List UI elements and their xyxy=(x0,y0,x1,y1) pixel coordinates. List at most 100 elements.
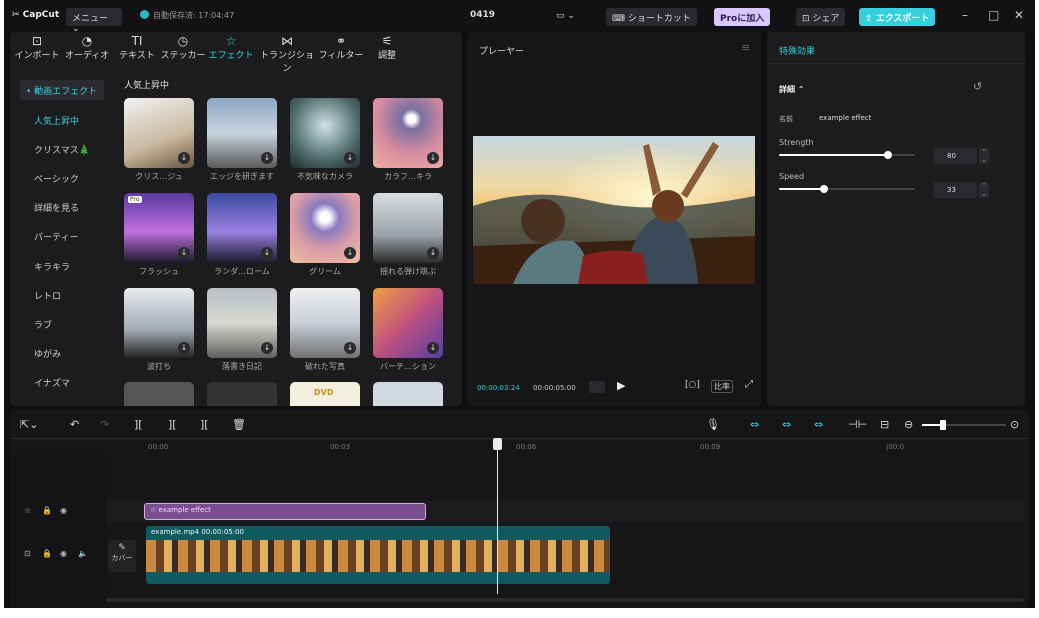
lock-icon[interactable]: 🔒 xyxy=(42,506,52,515)
tab-sticker[interactable]: ◷ ステッカー xyxy=(158,34,208,61)
delete-icon[interactable]: 🗑 xyxy=(232,418,246,431)
video-track-icon: ⊡ xyxy=(24,549,31,558)
lock-icon[interactable]: 🔒 xyxy=(42,549,52,558)
sidebar-item-distortion[interactable]: ゆがみ xyxy=(20,343,104,363)
sidebar-item-lightning[interactable]: イナズマ xyxy=(20,372,104,392)
strength-stepper[interactable]: ⌃ ⌄ xyxy=(979,148,989,164)
redo-icon[interactable]: ↷ xyxy=(100,418,109,431)
hamburger-menu-icon[interactable]: ≡ xyxy=(741,41,750,54)
details-section-toggle[interactable]: 詳細 ⌃ xyxy=(779,84,805,95)
effect-thumbnail[interactable]: ↓ xyxy=(207,193,277,263)
effect-track-icon: ☆ xyxy=(24,506,32,515)
zoom-fit-icon[interactable]: ⊙ xyxy=(1010,418,1019,431)
play-icon[interactable]: ▶ xyxy=(617,379,625,392)
zoom-out-icon[interactable]: ⊖ xyxy=(904,418,913,431)
speed-slider[interactable] xyxy=(779,185,915,193)
effect-thumbnail[interactable]: ↓ xyxy=(373,98,443,168)
auto-snap-icon[interactable]: ⇔ xyxy=(782,418,791,431)
playhead[interactable] xyxy=(497,438,498,594)
project-name[interactable]: 0419 xyxy=(470,10,495,20)
video-clip[interactable]: example.mp4 00:00:05:00 xyxy=(146,526,610,584)
expand-icon[interactable]: ⤢ xyxy=(745,379,753,390)
strength-slider-knob[interactable] xyxy=(884,151,892,159)
panel-title[interactable]: 特殊効果 xyxy=(779,44,815,57)
effect-thumbnail[interactable]: ↓ xyxy=(207,98,277,168)
effect-thumbnail[interactable]: ↓ xyxy=(290,98,360,168)
speed-slider-knob[interactable] xyxy=(820,185,828,193)
tab-text[interactable]: TI テキスト xyxy=(112,34,162,61)
effect-thumbnail[interactable]: ↓ xyxy=(207,288,277,358)
undo-icon[interactable]: ↶ xyxy=(70,418,79,431)
download-icon: ↓ xyxy=(261,247,273,259)
effect-thumbnail[interactable]: ↓ xyxy=(290,288,360,358)
tab-audio[interactable]: ◔ オーディオ xyxy=(62,34,112,61)
tab-adjust[interactable]: ⚟ 調整 xyxy=(362,34,412,61)
download-icon: ↓ xyxy=(178,152,190,164)
effect-thumbnail[interactable]: ↓ xyxy=(124,98,194,168)
ratio-button[interactable]: 比率 xyxy=(711,380,733,393)
timeline-mini-icon xyxy=(589,381,605,393)
playhead-handle[interactable] xyxy=(493,438,502,450)
close-icon[interactable]: ✕ xyxy=(1014,8,1024,22)
effect-thumbnail[interactable]: DVD xyxy=(290,382,360,406)
select-cursor-icon[interactable]: ⇱⌄ xyxy=(20,418,38,431)
strength-slider[interactable] xyxy=(779,151,915,159)
download-icon: ↓ xyxy=(427,342,439,354)
caption-icon[interactable]: ⊟ xyxy=(880,418,889,431)
minimize-icon[interactable]: – xyxy=(962,8,968,22)
effect-thumbnail[interactable] xyxy=(373,382,443,406)
effect-thumbnail[interactable]: ↓ xyxy=(124,288,194,358)
export-button[interactable]: ⇪ エクスポート xyxy=(859,8,936,26)
zoom-slider-knob[interactable] xyxy=(940,420,946,430)
sidebar-item-basic[interactable]: ベーシック xyxy=(20,168,104,188)
preview-axis-icon[interactable]: ⊣⊢ xyxy=(848,418,867,431)
sidebar-item-more[interactable]: 詳細を見る xyxy=(20,197,104,217)
layout-button[interactable]: ▭ ⌄ xyxy=(550,8,581,26)
split-icon[interactable]: ][ xyxy=(134,418,143,431)
effect-thumbnail[interactable]: Pro ↓ xyxy=(124,193,194,263)
microphone-icon[interactable]: 🎙 xyxy=(706,418,720,431)
ruler-label: 00:03 xyxy=(330,443,351,451)
maximize-icon[interactable]: □ xyxy=(988,8,999,22)
tab-import[interactable]: ⊡ インポート xyxy=(12,34,62,61)
horizontal-scrollbar[interactable] xyxy=(106,598,1024,602)
cover-button[interactable]: ✎ カバー xyxy=(108,540,136,572)
split-left-icon[interactable]: ][ xyxy=(168,418,177,431)
strength-input[interactable]: 80 xyxy=(933,148,977,164)
magnet-link-icon[interactable]: ⇔ xyxy=(750,418,759,431)
reset-icon[interactable]: ↺ xyxy=(973,80,982,93)
sidebar-item-retro[interactable]: レトロ xyxy=(20,285,104,305)
ruler-label: 00:06 xyxy=(516,443,537,451)
audio-mute-icon[interactable]: 🔈 xyxy=(78,549,88,558)
sidebar-item-trending[interactable]: 人気上昇中 xyxy=(20,110,104,130)
zoom-slider[interactable] xyxy=(922,420,1006,430)
video-preview[interactable] xyxy=(473,136,755,284)
tab-filter[interactable]: ⚭ フィルター xyxy=(316,34,366,61)
pro-subscribe-button[interactable]: Proに加入 xyxy=(714,8,771,26)
sidebar-item-love[interactable]: ラブ xyxy=(20,314,104,334)
linkage-icon[interactable]: ⇔ xyxy=(814,418,823,431)
effect-thumbnail[interactable]: ↓ xyxy=(290,193,360,263)
sidebar-item-christmas[interactable]: クリスマス🎄 xyxy=(20,139,104,159)
effect-thumbnail[interactable] xyxy=(207,382,277,406)
tab-effects[interactable]: ☆ エフェクト xyxy=(206,34,256,61)
speed-input[interactable]: 33 xyxy=(933,182,977,198)
speed-stepper[interactable]: ⌃ ⌄ xyxy=(979,182,989,198)
tab-transition[interactable]: ⋈ トランジション xyxy=(258,34,316,74)
effect-thumbnail[interactable]: ↓ xyxy=(373,193,443,263)
effect-thumbnail[interactable]: ↓ xyxy=(373,288,443,358)
sidebar-item-party[interactable]: パーティー xyxy=(20,226,104,246)
effect-thumbnail[interactable] xyxy=(124,382,194,406)
sidebar-item-sparkle[interactable]: キラキラ xyxy=(20,256,104,276)
share-button[interactable]: ⊡ シェア xyxy=(796,8,846,26)
effect-label: 波打ち xyxy=(147,362,171,371)
sidebar-header-video-effects[interactable]: • 動画エフェクト xyxy=(20,80,104,100)
eye-icon[interactable]: ◉ xyxy=(60,506,67,515)
fullscreen-focus-icon[interactable]: [○] xyxy=(685,380,700,390)
shortcut-button[interactable]: ⌨ ショートカット xyxy=(606,8,697,26)
split-right-icon[interactable]: ][ xyxy=(200,418,209,431)
eye-icon[interactable]: ◉ xyxy=(60,549,67,558)
menu-button[interactable]: メニュー ⌄ xyxy=(66,8,122,34)
audio-icon: ◔ xyxy=(81,34,93,48)
effect-clip[interactable]: ☆ example effect xyxy=(144,503,426,520)
